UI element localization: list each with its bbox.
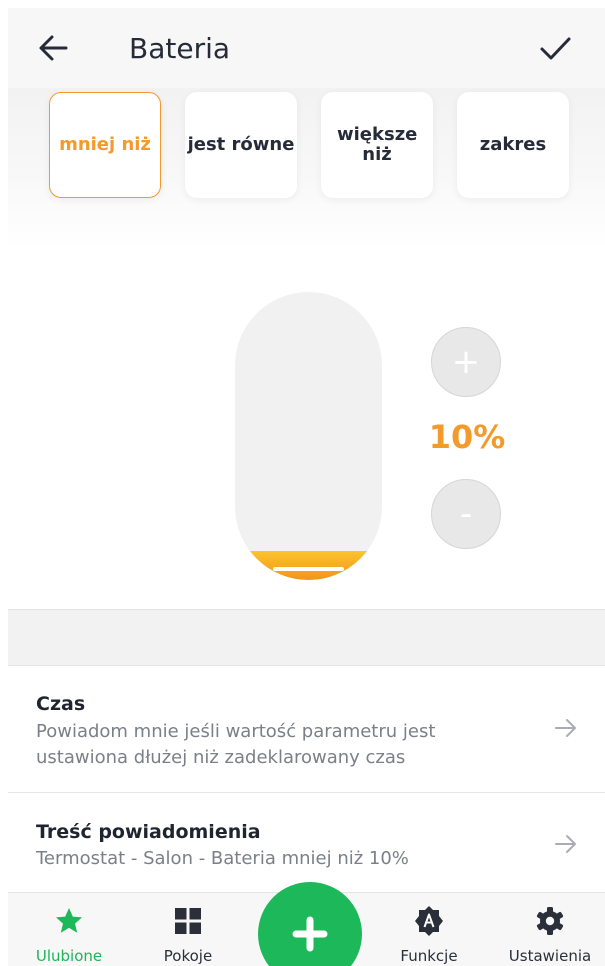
star-icon (56, 908, 82, 933)
back-button[interactable] (34, 28, 74, 68)
page-title: Bateria (129, 32, 231, 65)
condition-chip-range[interactable]: zakres (457, 92, 569, 198)
check-icon (540, 37, 571, 60)
nav-item-rooms[interactable]: Pokoje (133, 893, 243, 966)
option-title: Czas (36, 693, 86, 715)
nav-label: Pokoje (163, 947, 213, 965)
condition-chip-equal[interactable]: jest równe (185, 92, 297, 198)
option-title: Treść powiadomienia (36, 821, 261, 843)
decrement-button[interactable]: - (431, 479, 501, 549)
plus-icon (292, 916, 328, 952)
arrow-right-icon (555, 835, 576, 853)
arrow-right-icon (555, 719, 576, 737)
grid-icon (175, 908, 201, 934)
option-description: Termostat - Salon - Bateria mniej niż 10… (36, 848, 409, 869)
nav-label: Funkcje (400, 947, 458, 965)
nav-item-favorites[interactable]: Ulubione (14, 893, 124, 966)
arrow-left-icon (39, 35, 68, 61)
minus-icon: - (459, 494, 473, 534)
nav-item-settings[interactable]: Ustawienia (495, 893, 605, 966)
time-option-row[interactable]: Czas Powiadom mnie jeśli wartość paramet… (8, 667, 605, 791)
option-description: Powiadom mnie jeśli wartość parametru je… (36, 721, 436, 768)
plus-icon: + (451, 342, 481, 382)
slider-handle[interactable] (273, 567, 344, 571)
battery-level-fill (235, 551, 382, 580)
app-header: Bateria (8, 8, 605, 90)
condition-selector: mniej niż jest równe większe niż zakres (8, 88, 605, 248)
nav-item-functions[interactable]: Funkcje (374, 893, 484, 966)
nav-label: Ustawienia (508, 947, 592, 965)
condition-chip-label: większe niż (337, 124, 418, 165)
threshold-value: 10% (428, 418, 506, 456)
condition-chip-label: zakres (479, 134, 547, 155)
condition-chip-less-than[interactable]: mniej niż (49, 92, 161, 198)
notification-content-row[interactable]: Treść powiadomienia Termostat - Salon - … (8, 793, 605, 891)
functions-badge-icon (415, 906, 443, 936)
increment-button[interactable]: + (431, 327, 501, 397)
battery-level-slider[interactable] (235, 292, 382, 580)
section-divider (8, 609, 605, 666)
condition-chip-label: mniej niż (59, 134, 151, 155)
nav-label: Ulubione (35, 947, 103, 965)
condition-chip-greater-than[interactable]: większe niż (321, 92, 433, 198)
gear-icon (536, 907, 564, 935)
condition-chip-label: jest równe (187, 134, 295, 155)
confirm-button[interactable] (533, 28, 577, 68)
